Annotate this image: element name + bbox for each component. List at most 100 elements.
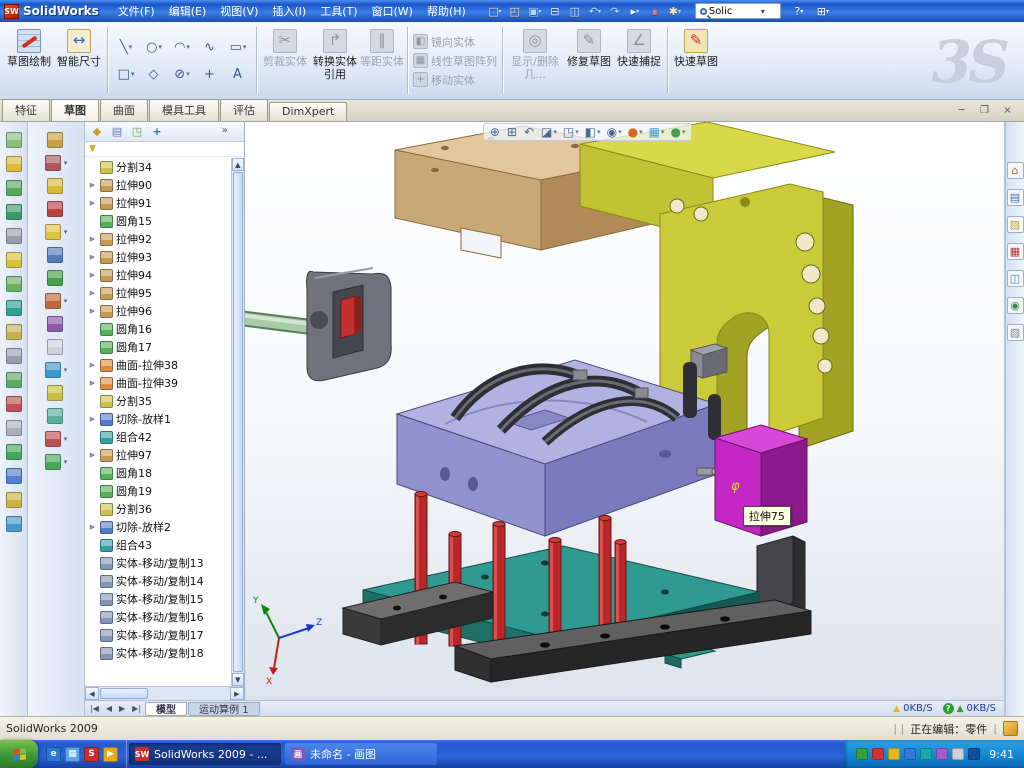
toolbar-icon[interactable]: ⊟ (545, 2, 565, 20)
expand-arrow-icon[interactable]: ▶ (88, 181, 97, 189)
quick-launch-icon[interactable]: ▶ (103, 747, 118, 762)
tab-surfaces[interactable]: 曲面 (100, 99, 148, 121)
feature-tree-item[interactable]: 实体-移动/复制13 (85, 554, 244, 572)
question-icon[interactable]: ? (943, 703, 954, 714)
repair-sketch-button[interactable]: ✎ 修复草图 (564, 24, 614, 97)
view-tool-icon[interactable]: ◧▾ (583, 125, 603, 139)
left-toolbar-icon[interactable] (6, 132, 22, 148)
feature-tree-item[interactable]: 组合43 (85, 536, 244, 554)
toolbar-icon[interactable]: ⊞▾ (813, 2, 833, 20)
menu-item[interactable]: 插入(I) (265, 1, 313, 21)
quick-launch-icon[interactable]: ▦ (65, 747, 80, 762)
left-toolbar-icon[interactable] (6, 396, 22, 412)
view-tool-icon[interactable]: ◪▾ (539, 125, 559, 139)
panel-chevron-icon[interactable]: » (222, 125, 228, 136)
feature-tree-item[interactable]: 圆角18 (85, 464, 244, 482)
sketch-tool-button[interactable]: + (197, 61, 223, 87)
quick-snaps-button[interactable]: ∠ 快速捕捉 (614, 24, 664, 97)
left-toolbar-icon[interactable] (6, 204, 22, 220)
feature-tree-item[interactable]: ▶ 切除-放样1 (85, 410, 244, 428)
view-tool-icon[interactable]: ●▾ (668, 125, 687, 139)
scroll-right-icon[interactable]: ▶ (230, 687, 244, 700)
feature-tree-item[interactable]: 实体-移动/复制15 (85, 590, 244, 608)
exploded-assembly-scene[interactable]: φ (245, 122, 1004, 700)
view-tool-icon[interactable]: ●▾ (626, 125, 645, 139)
part-gray-clamp[interactable] (306, 268, 391, 381)
feature-tree-item[interactable]: ▶ 拉伸93 (85, 248, 244, 266)
sketch-tool-button[interactable]: ╲▾ (113, 34, 139, 60)
toolbar-icon[interactable]: ?▾ (789, 2, 809, 20)
expand-arrow-icon[interactable]: ▶ (88, 199, 97, 207)
left-toolbar-icon[interactable] (6, 324, 22, 340)
filter-funnel-icon[interactable]: ▼ (89, 144, 96, 154)
feature-tree-item[interactable]: 实体-移动/复制18 (85, 644, 244, 662)
feature-tree-item[interactable]: ▶ 拉伸96 (85, 302, 244, 320)
task-pane-icon[interactable]: ⌂ (1007, 162, 1024, 179)
feature-tree-item[interactable]: 圆角17 (85, 338, 244, 356)
feature-tree-item[interactable]: 实体-移动/复制16 (85, 608, 244, 626)
expand-arrow-icon[interactable]: ▶ (88, 451, 97, 459)
feature-tree-item[interactable]: ▶ 拉伸94 (85, 266, 244, 284)
sketch-tool-button[interactable]: ◠▾ (169, 34, 195, 60)
menu-item[interactable]: 工具(T) (313, 1, 364, 21)
view-tool-icon[interactable]: ⊕ (488, 125, 503, 139)
left-toolbar-button[interactable]: ▾ (45, 155, 68, 171)
feature-tree-item[interactable]: 圆角15 (85, 212, 244, 230)
feature-tree-item[interactable]: 实体-移动/复制17 (85, 626, 244, 644)
task-pane-icon[interactable]: ▨ (1007, 216, 1024, 233)
smart-dimension-button[interactable]: ↔ 智能尺寸 (54, 24, 104, 97)
left-toolbar-icon[interactable] (6, 156, 22, 172)
view-tool-icon[interactable]: ◳▾ (561, 125, 581, 139)
view-tool-icon[interactable]: ◉▾ (605, 125, 624, 139)
expand-arrow-icon[interactable]: ▶ (88, 235, 97, 243)
tray-icon[interactable] (920, 748, 932, 760)
quick-launch-icon[interactable]: S (84, 747, 99, 762)
task-pane-icon[interactable]: ▦ (1007, 243, 1024, 260)
menu-item[interactable]: 视图(V) (213, 1, 265, 21)
feature-tree-item[interactable]: 分割34 (85, 158, 244, 176)
feature-tree-item[interactable]: 圆角19 (85, 482, 244, 500)
taskbar-task-solidworks[interactable]: SW SolidWorks 2009 - ... (129, 743, 281, 765)
rapid-sketch-button[interactable]: ✎ 快速草图 (671, 24, 721, 97)
task-pane-icon[interactable]: ◫ (1007, 270, 1024, 287)
tray-icon[interactable] (952, 748, 964, 760)
task-pane-icon[interactable]: ▤ (1007, 189, 1024, 206)
tab-mold-tools[interactable]: 模具工具 (149, 99, 219, 121)
search-dropdown-icon[interactable]: ▾ (761, 7, 765, 16)
sketch-tool-button[interactable]: ⊘▾ (169, 61, 195, 87)
feature-tree-item[interactable]: ▶ 拉伸95 (85, 284, 244, 302)
left-toolbar-icon[interactable] (6, 348, 22, 364)
toolbar-icon[interactable]: ∎ (645, 2, 665, 20)
left-toolbar-button[interactable]: ▾ (45, 293, 68, 309)
feature-tree-item[interactable]: ▶ 拉伸92 (85, 230, 244, 248)
left-toolbar-button[interactable] (47, 316, 66, 332)
sketch-tool-button[interactable]: ◇ (141, 61, 167, 87)
sketch-tool-button[interactable]: A (225, 61, 251, 87)
scroll-down-icon[interactable]: ▼ (232, 673, 244, 686)
doc-close-button[interactable]: × (999, 103, 1016, 118)
convert-entities-button[interactable]: ↱ 转换实体引用 (310, 24, 360, 97)
expand-arrow-icon[interactable]: ▶ (88, 307, 97, 315)
left-toolbar-button[interactable]: ▾ (45, 454, 68, 470)
search-box[interactable]: ▾ (695, 3, 781, 19)
feature-tree-item[interactable]: 组合42 (85, 428, 244, 446)
left-toolbar-button[interactable]: ▾ (45, 431, 68, 447)
left-toolbar-button[interactable] (47, 132, 66, 148)
left-toolbar-icon[interactable] (6, 300, 22, 316)
offset-entities-button[interactable]: ∥ 等距实体 (360, 24, 404, 97)
tab-scroll-prev-icon[interactable]: ◀ (103, 704, 115, 713)
toolbar-icon[interactable]: □▾ (485, 2, 505, 20)
search-input[interactable] (709, 6, 761, 17)
model-tab[interactable]: 模型 (145, 702, 187, 716)
feature-manager-tab-icon[interactable]: ◳ (129, 124, 145, 139)
feature-tree-item[interactable]: 分割36 (85, 500, 244, 518)
tray-icon[interactable] (888, 748, 900, 760)
expand-arrow-icon[interactable]: ▶ (88, 289, 97, 297)
left-toolbar-button[interactable]: ▾ (45, 224, 68, 240)
expand-arrow-icon[interactable]: ▶ (88, 415, 97, 423)
toolbar-icon[interactable]: ↶▾ (585, 2, 605, 20)
left-toolbar-button[interactable] (47, 178, 66, 194)
feature-tree-item[interactable]: ▶ 曲面-拉伸38 (85, 356, 244, 374)
tree-vertical-scrollbar[interactable]: ▲ ▼ (231, 158, 244, 686)
sketch-button[interactable]: 草图绘制 (4, 24, 54, 97)
